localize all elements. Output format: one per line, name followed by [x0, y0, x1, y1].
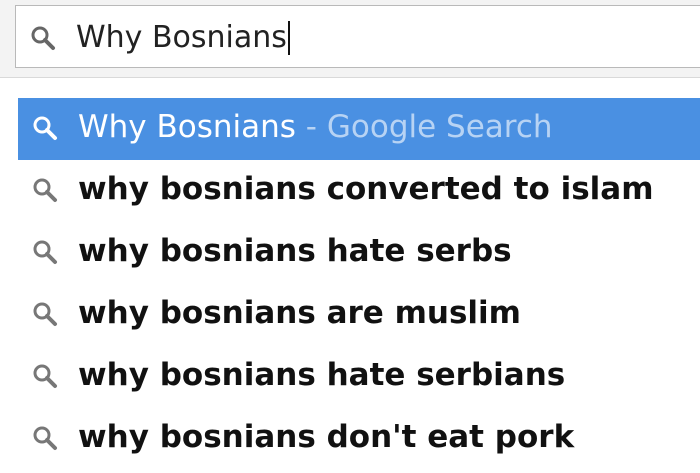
search-icon	[32, 239, 58, 265]
suggestion-separator: -	[295, 109, 327, 145]
autocomplete-dropdown: Why Bosnians - Google Search why bosnian…	[18, 98, 700, 473]
search-icon	[30, 25, 56, 51]
suggestion-label: why bosnians hate serbs	[78, 233, 512, 269]
suggestion-label: why bosnians don't eat pork	[78, 419, 575, 455]
omnibox-input-value: Why Bosnians	[76, 20, 287, 55]
suggestion-label: why bosnians converted to islam	[78, 171, 654, 207]
search-icon	[32, 425, 58, 451]
suggestion-label: why bosnians are muslim	[78, 295, 521, 331]
search-icon	[32, 301, 58, 327]
omnibox-input[interactable]: Why Bosnians	[76, 20, 290, 56]
omnibox[interactable]: Why Bosnians	[15, 5, 700, 68]
suggestion-item[interactable]: why bosnians hate serbians	[18, 346, 700, 408]
suggestion-item[interactable]: why bosnians hate serbs	[18, 222, 700, 284]
suggestion-label: why bosnians hate serbians	[78, 357, 566, 393]
text-caret	[287, 21, 290, 55]
search-icon	[32, 363, 58, 389]
search-icon	[32, 115, 58, 141]
suggestion-item[interactable]: why bosnians are muslim	[18, 284, 700, 346]
suggestion-label: Why Bosnians - Google Search	[78, 107, 553, 147]
suggestion-item[interactable]: why bosnians converted to islam	[18, 160, 700, 222]
suggestion-engine: Google Search	[326, 109, 553, 145]
suggestion-item[interactable]: why bosnians don't eat pork	[18, 408, 700, 470]
suggestion-query: Why Bosnians	[78, 109, 296, 145]
browser-toolbar: Why Bosnians	[0, 0, 700, 78]
search-icon	[32, 177, 58, 203]
suggestion-google-search[interactable]: Why Bosnians - Google Search	[18, 98, 700, 160]
